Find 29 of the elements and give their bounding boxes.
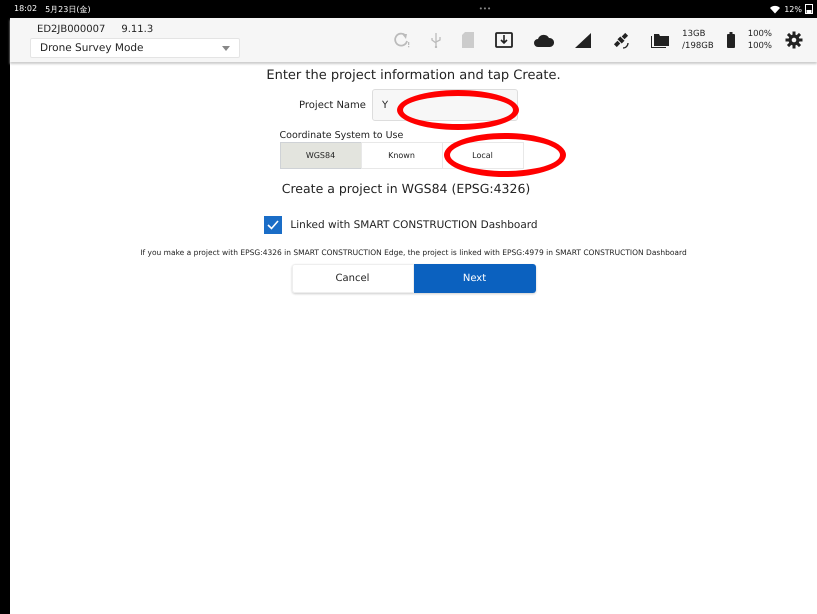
segment-option[interactable]: WGS84 bbox=[280, 142, 362, 169]
download-box-icon[interactable] bbox=[495, 32, 514, 48]
cloud-icon[interactable] bbox=[534, 34, 554, 46]
description-text: Create a project in WGS84 (EPSG:4326) bbox=[282, 181, 530, 196]
battery-level: 100% bbox=[748, 40, 772, 52]
instruction-text: Enter the project information and tap Create. bbox=[266, 68, 561, 83]
mode-dropdown[interactable]: Drone Survey Mode bbox=[30, 38, 240, 58]
next-button[interactable]: Next bbox=[414, 264, 536, 293]
field-label: Coordinate System to Use bbox=[280, 130, 404, 141]
storage-total: /198GB bbox=[682, 40, 714, 52]
segment-option[interactable]: Known bbox=[360, 142, 442, 169]
signal-icon[interactable] bbox=[575, 32, 592, 48]
checkbox[interactable] bbox=[264, 216, 282, 234]
checkmark-icon bbox=[267, 220, 280, 230]
app-version: 9.11.3 bbox=[121, 24, 154, 35]
cancel-button[interactable]: Cancel bbox=[292, 264, 414, 293]
folder-icon[interactable] bbox=[651, 32, 670, 48]
status-date: 5月23日(金) bbox=[45, 4, 91, 14]
field-label: Project Name bbox=[299, 100, 366, 110]
battery-level: 100% bbox=[748, 28, 772, 40]
satellite-icon[interactable] bbox=[612, 31, 630, 49]
storage-free: 13GB bbox=[682, 28, 706, 40]
checkbox-label: Linked with SMART CONSTRUCTION Dashboard bbox=[290, 219, 538, 231]
wifi-icon bbox=[769, 4, 782, 14]
status-time: 18:02 bbox=[14, 4, 38, 14]
device-id: ED2JB000007 bbox=[37, 24, 106, 35]
caret-icon bbox=[222, 46, 230, 50]
settings-icon[interactable] bbox=[785, 31, 803, 49]
battery-percent: 12% bbox=[784, 4, 802, 14]
